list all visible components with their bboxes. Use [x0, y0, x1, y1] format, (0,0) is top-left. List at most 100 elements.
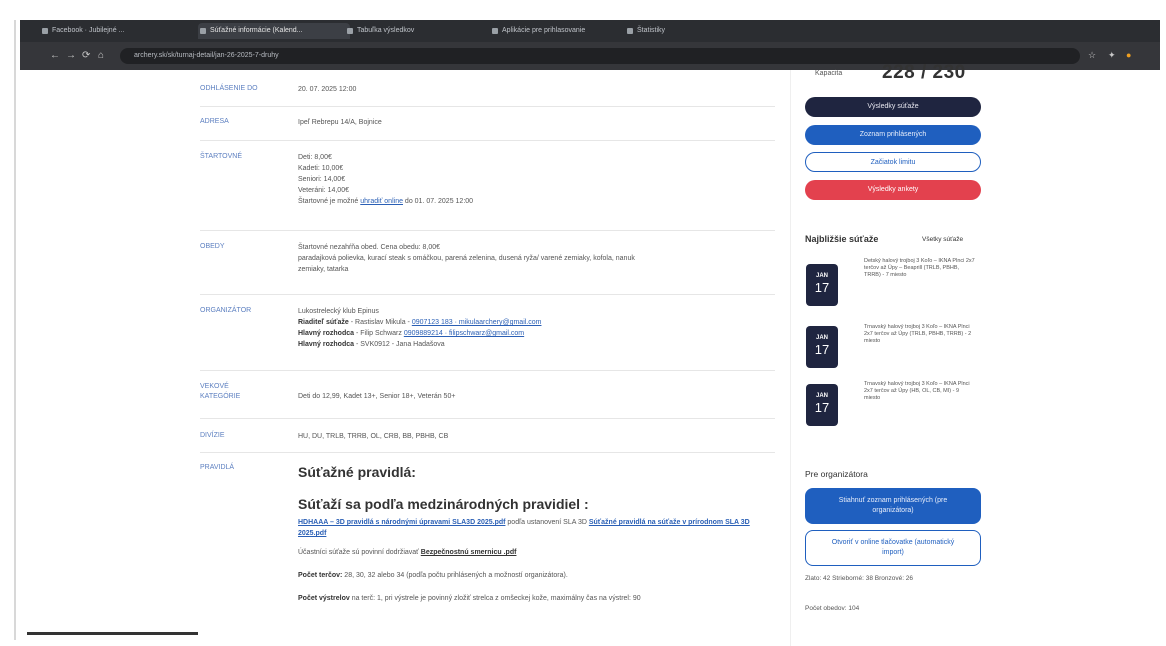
fee-line: Deti: 8,00€	[298, 154, 332, 161]
contact-link[interactable]: 0909889214 · filipschwarz@gmail.com	[404, 330, 524, 337]
tab-3[interactable]: Tabuľka výsledkov	[345, 23, 457, 39]
event-date-badge: JAN 17	[806, 326, 838, 368]
divider	[200, 294, 775, 295]
tab-2[interactable]: Súťažné informácie (Kalend...	[198, 23, 350, 39]
event-day: 17	[814, 342, 830, 357]
video-progress-bar	[27, 632, 198, 635]
row-label: Pravidlá	[200, 464, 235, 471]
tab-label: Tabuľka výsledkov	[357, 27, 415, 34]
row-value: Ipeľ Rebrepu 14/A, Bojnice	[298, 119, 382, 126]
event-month: JAN	[815, 273, 828, 279]
fee-note-text: Štartovné je možné	[298, 198, 361, 205]
contact-name: - SVK0912 - Jana Hadašova	[354, 341, 445, 348]
row-value: 20. 07. 2025 12:00	[298, 86, 357, 93]
fee-line: Kadeti: 10,00€	[298, 165, 344, 172]
event-item[interactable]: Detský halový trojboj 3 Koľo – IKNA Plnc…	[864, 258, 976, 279]
organizer-contact: Hlavný rozhodca - SVK0912 - Jana Hadašov…	[298, 339, 768, 350]
registered-list-button[interactable]: Zoznam prihlásených	[805, 125, 981, 145]
event-item[interactable]: Trnavský halový trojboj 3 Koľo – IKNA Pl…	[864, 324, 976, 345]
row-label: Štartovné	[200, 153, 243, 160]
tab-bar: Facebook · Jubilejné ... Súťažné informá…	[20, 20, 1160, 42]
survey-results-button[interactable]: Výsledky ankety	[805, 180, 981, 200]
event-day: 17	[814, 400, 830, 415]
tab-favicon	[200, 28, 206, 34]
divider	[200, 230, 775, 231]
profile-icon[interactable]: ●	[1126, 50, 1136, 60]
event-date-badge: JAN 17	[806, 264, 838, 306]
tab-label: Štatistiky	[637, 27, 666, 34]
download-registered-button[interactable]: Stiahnuť zoznam prihlásených (pre organi…	[805, 488, 981, 524]
event-date-badge: JAN 17	[806, 384, 838, 426]
page-content: Odhlásenie do 20. 07. 2025 12:00 Adresa …	[0, 62, 1166, 646]
divider	[200, 370, 775, 371]
row-value: Deti do 12,99, Kadet 13+, Senior 18+, Ve…	[298, 393, 456, 400]
forward-icon[interactable]: →	[66, 51, 76, 61]
rules-pdf-link[interactable]: HDHAAA – 3D pravidlá s národnými úpravam…	[298, 519, 505, 526]
organizer-name: Lukostrelecký klub Epinus	[298, 308, 379, 315]
rules-subheading: Súťaží sa podľa medzinárodných pravidiel…	[298, 496, 589, 512]
targets-text: 28, 30, 32 alebo 34 (podľa počtu prihlás…	[342, 572, 568, 579]
shots-label: Počet výstrelov	[298, 595, 350, 602]
reload-icon[interactable]: ⟳	[82, 51, 90, 61]
row-label: Divízie	[200, 432, 225, 439]
event-item[interactable]: Trnavský halový trojboj 3 Koľo – IKNA Pl…	[864, 381, 976, 402]
home-icon[interactable]: ⌂	[98, 51, 104, 61]
capacity-label: Kapacita	[815, 70, 843, 77]
star-icon[interactable]: ☆	[1088, 50, 1098, 60]
lunch-line: zemiaky, tatarka	[298, 266, 349, 273]
tab-favicon	[492, 28, 498, 34]
divider	[200, 140, 775, 141]
targets-label: Počet terčov:	[298, 572, 343, 579]
contact-link[interactable]: 0907123 183 · mikulaarchery@gmail.com	[412, 319, 542, 326]
row-value: Deti: 8,00€ Kadeti: 10,00€ Seniori: 14,0…	[298, 152, 768, 207]
tab-1[interactable]: Facebook · Jubilejné ...	[40, 23, 202, 39]
column-divider	[790, 70, 791, 646]
medal-counts: Zlato: 42 Strieborné: 38 Bronzové: 26	[805, 575, 914, 582]
extensions-icon[interactable]: ✦	[1108, 50, 1118, 60]
targets-line: Počet terčov: 28, 30, 32 alebo 34 (podľa…	[298, 570, 768, 581]
rules-docs-text: podľa ustanovení SLA 3D	[505, 519, 589, 526]
tab-favicon	[627, 28, 633, 34]
tab-5[interactable]: Štatistiky	[625, 23, 727, 39]
pay-online-link[interactable]: uhradiť online	[360, 198, 403, 205]
contact-role: Riaditeľ súťaže	[298, 319, 349, 326]
contact-role: Hlavný rozhodca	[298, 341, 355, 348]
shots-text: na terč: 1, pri výstrele je povinný zlož…	[349, 595, 641, 602]
row-value: HU, DU, TRLB, TRRB, OL, CRB, BB, PBHB, C…	[298, 433, 449, 440]
lunch-line: paradajková polievka, kurací steak s omá…	[298, 255, 635, 262]
fee-line: Veteráni: 14,00€	[298, 187, 349, 194]
tab-label: Facebook · Jubilejné ...	[52, 27, 125, 34]
tab-label: Súťažné informácie (Kalend...	[210, 27, 303, 34]
tab-4[interactable]: Aplikácie pre prihlasovanie	[490, 23, 622, 39]
fee-note: Štartovné je možné uhradiť online do 01.…	[298, 196, 768, 207]
divider	[200, 418, 775, 419]
detail-row-fees: Štartovné Deti: 8,00€ Kadeti: 10,00€ Sen…	[200, 152, 775, 222]
event-day: 17	[814, 280, 830, 295]
all-events-link[interactable]: Všetky súťaže	[922, 236, 963, 243]
row-label: Organizátor	[200, 307, 252, 314]
divider	[200, 452, 775, 453]
contact-name: - Rastislav Mikula -	[348, 319, 412, 326]
back-icon[interactable]: ←	[50, 51, 60, 61]
event-month: JAN	[815, 335, 828, 341]
row-value: Lukostrelecký klub Epinus Riaditeľ súťaž…	[298, 306, 768, 350]
row-label: Vekové kategórie	[200, 383, 241, 400]
row-value: Súťažné pravidlá: Súťaží sa podľa medzin…	[298, 463, 768, 604]
organizer-section-title: Pre organizátora	[805, 469, 868, 479]
row-label: Obedy	[200, 243, 225, 250]
tab-label: Aplikácie pre prihlasovanie	[502, 27, 586, 34]
organizer-contact: Hlavný rozhodca - Filip Schwarz 09098892…	[298, 328, 768, 339]
open-online-print-button[interactable]: Otvoriť v online tlačovatke (automatický…	[805, 530, 981, 566]
address-bar-row: ← → ⟳ ⌂ archery.sk/sk/turnaj-detail/jan-…	[20, 42, 1160, 70]
limit-start-button[interactable]: Začiatok limitu	[805, 152, 981, 172]
safety-pdf-link[interactable]: Bezpečnostnú smernicu .pdf	[421, 549, 517, 556]
results-button[interactable]: Výsledky súťaže	[805, 97, 981, 117]
nearest-events-title: Najbližšie súťaže	[805, 234, 879, 244]
safety-line: Účastníci súťaže sú povinní dodržiavať B…	[298, 547, 768, 558]
divider	[200, 106, 775, 107]
row-value: Štartovné nezahŕňa obed. Cena obedu: 8,0…	[298, 242, 768, 275]
lunch-line: Štartovné nezahŕňa obed. Cena obedu: 8,0…	[298, 244, 441, 251]
rules-heading: Súťažné pravidlá:	[298, 464, 416, 480]
organizer-contact: Riaditeľ súťaže - Rastislav Mikula - 090…	[298, 317, 768, 328]
capacity-value: 228 / 230	[882, 62, 966, 83]
